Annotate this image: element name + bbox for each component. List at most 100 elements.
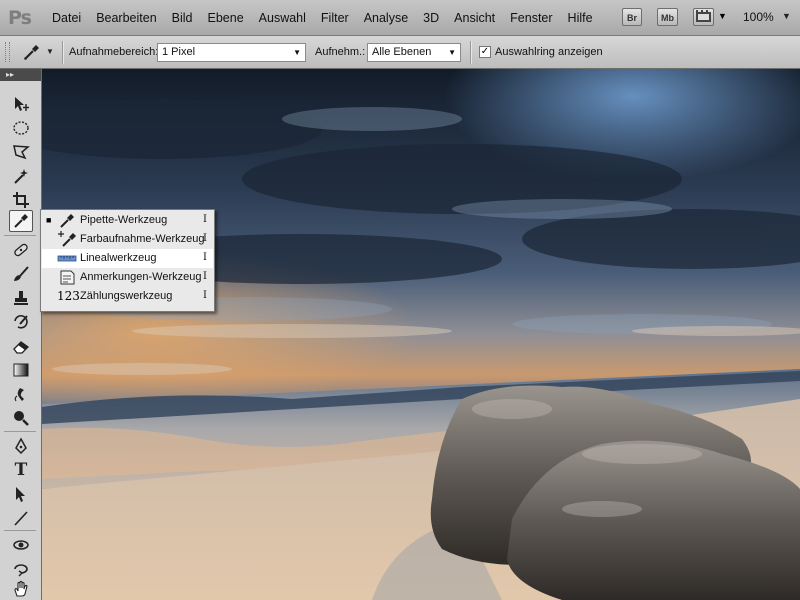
bridge-button[interactable]: Br	[622, 8, 642, 26]
menu-bearbeiten[interactable]: Bearbeiten	[96, 11, 156, 25]
stamp-icon	[14, 291, 28, 305]
flyout-shortcut: I	[203, 290, 207, 301]
tool-preset-dropdown-icon[interactable]: ▼	[46, 47, 54, 56]
tools-separator	[4, 431, 36, 432]
options-bar: ▼ Aufnahmebereich: 1 Pixel ▼ Aufnehm.: A…	[0, 36, 800, 69]
minibridge-button[interactable]: Mb	[657, 8, 678, 26]
eraser-icon	[13, 341, 30, 354]
pen-tool[interactable]	[9, 435, 33, 457]
chevron-down-icon: ▼	[448, 48, 456, 57]
eyedropper-icon	[14, 214, 28, 228]
menu-bild[interactable]: Bild	[172, 11, 193, 25]
beach-rock-photo	[42, 69, 800, 600]
ruler-icon	[57, 255, 77, 262]
hand-tool[interactable]	[9, 578, 33, 600]
flyout-item-count[interactable]: 123 Zählungswerkzeug I	[42, 287, 213, 306]
flyout-item-color-sampler[interactable]: Farbaufnahme-Werkzeug I	[42, 230, 213, 249]
tools-panel-collapse[interactable]: ▸▸	[0, 69, 41, 81]
tools-separator	[4, 235, 36, 236]
quick-selection-tool[interactable]	[9, 165, 33, 187]
tools-panel: ▸▸ T	[0, 69, 42, 600]
note-icon	[60, 270, 75, 285]
menu-datei[interactable]: Datei	[52, 11, 81, 25]
flyout-label: Farbaufnahme-Werkzeug	[80, 233, 205, 245]
film-strip-icon	[696, 10, 711, 22]
healing-brush-tool[interactable]	[9, 239, 33, 261]
options-separator	[62, 41, 63, 64]
dodge-tool[interactable]	[9, 407, 33, 429]
path-arrow-icon	[16, 487, 25, 502]
count-icon: 123	[57, 289, 80, 303]
hand-icon	[14, 580, 28, 597]
eyedropper-tool[interactable]	[9, 210, 33, 232]
crop-icon	[13, 192, 29, 208]
3d-orbit-tool[interactable]	[9, 558, 33, 580]
flyout-shortcut: I	[203, 271, 207, 282]
tools-separator	[4, 530, 36, 531]
type-icon: T	[14, 460, 28, 480]
flyout-label: Linealwerkzeug	[80, 252, 157, 264]
polygon-lasso-icon	[13, 145, 30, 160]
lasso-tool[interactable]	[9, 141, 33, 163]
gradient-tool[interactable]	[9, 359, 33, 381]
move-tool[interactable]	[9, 93, 33, 115]
options-bar-grip[interactable]	[5, 42, 10, 62]
sample-layers-value: Alle Ebenen	[372, 46, 432, 58]
sample-size-select[interactable]: 1 Pixel ▼	[157, 43, 306, 62]
menu-ansicht[interactable]: Ansicht	[454, 11, 495, 25]
3d-rotate-tool[interactable]	[9, 534, 33, 556]
menu-auswahl[interactable]: Auswahl	[259, 11, 306, 25]
tool-preset-eyedropper-icon[interactable]	[22, 42, 42, 62]
menu-ebene[interactable]: Ebene	[208, 11, 244, 25]
3d-orbit-icon	[14, 564, 28, 577]
eraser-tool[interactable]	[9, 335, 33, 357]
smudge-icon	[14, 388, 24, 402]
selected-bullet-icon: ■	[46, 215, 52, 225]
sample-layers-select[interactable]: Alle Ebenen ▼	[367, 43, 461, 62]
menu-filter[interactable]: Filter	[321, 11, 349, 25]
flyout-item-ruler[interactable]: Linealwerkzeug I	[42, 249, 213, 268]
show-sampling-ring-label: Auswahlring anzeigen	[495, 46, 603, 58]
flyout-label: Zählungswerkzeug	[80, 290, 173, 302]
marquee-tool[interactable]	[9, 117, 33, 139]
screen-mode-arrow-icon[interactable]: ▼	[718, 11, 727, 21]
show-sampling-ring-checkbox[interactable]: ✓	[479, 46, 491, 58]
photoshop-logo: Ps	[8, 7, 32, 29]
sample-size-value: 1 Pixel	[162, 46, 196, 58]
flyout-shortcut: I	[203, 214, 207, 225]
history-brush-tool[interactable]	[9, 311, 33, 333]
crop-tool[interactable]	[9, 189, 33, 211]
path-selection-tool[interactable]	[9, 483, 33, 505]
menu-analyse[interactable]: Analyse	[364, 11, 408, 25]
flyout-label: Anmerkungen-Werkzeug	[80, 271, 202, 283]
bandage-icon	[14, 243, 28, 257]
menu-items: Datei Bearbeiten Bild Ebene Auswahl Filt…	[52, 0, 608, 36]
type-tool[interactable]: T	[9, 459, 33, 481]
color-sampler-icon	[58, 231, 76, 247]
history-brush-icon	[14, 314, 28, 329]
flyout-item-note[interactable]: Anmerkungen-Werkzeug I	[42, 268, 213, 287]
magic-wand-icon	[14, 169, 28, 184]
zoom-level[interactable]: 100%	[743, 10, 774, 24]
flyout-shortcut: I	[203, 252, 207, 263]
brush-tool[interactable]	[9, 263, 33, 285]
eyedropper-tool-flyout: ■ Pipette-Werkzeug I Farbaufnahme-Werkze…	[40, 209, 215, 312]
menu-3d[interactable]: 3D	[423, 11, 439, 25]
menu-hilfe[interactable]: Hilfe	[568, 11, 593, 25]
flyout-item-eyedropper[interactable]: ■ Pipette-Werkzeug I	[42, 211, 213, 230]
3d-rotate-icon	[13, 540, 29, 550]
zoom-dropdown-icon[interactable]: ▼	[782, 11, 791, 21]
blur-tool[interactable]	[9, 383, 33, 405]
line-tool[interactable]	[9, 507, 33, 529]
move-icon	[15, 97, 29, 111]
clone-stamp-tool[interactable]	[9, 287, 33, 309]
screen-mode-button[interactable]	[693, 8, 714, 26]
sample-size-label: Aufnahmebereich:	[69, 46, 159, 58]
menu-fenster[interactable]: Fenster	[510, 11, 552, 25]
flyout-shortcut: I	[203, 233, 207, 244]
eyedropper-icon	[60, 214, 74, 228]
chevron-down-icon: ▼	[293, 48, 301, 57]
magnifier-dodge-icon	[14, 411, 29, 426]
document-canvas[interactable]	[42, 69, 800, 600]
options-separator	[470, 41, 471, 64]
